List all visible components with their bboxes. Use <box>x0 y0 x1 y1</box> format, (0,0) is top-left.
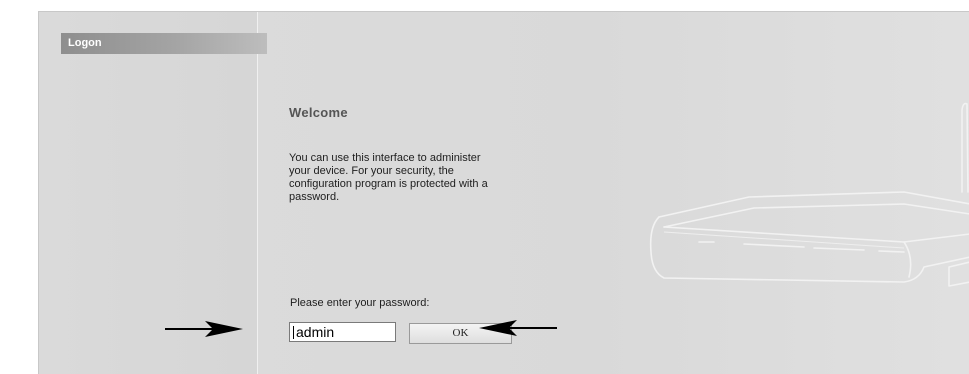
description-line: password. <box>289 191 340 203</box>
router-illustration <box>649 102 969 287</box>
description-text: You can use this interface to administer… <box>289 152 549 204</box>
welcome-title: Welcome <box>289 105 348 120</box>
arrow-right-icon <box>165 321 243 337</box>
description-line: configuration program is protected with … <box>289 178 488 190</box>
password-prompt: Please enter your password: <box>290 297 430 309</box>
arrow-left-icon <box>479 320 557 336</box>
description-line: your device. For your security, the <box>289 165 454 177</box>
description-line: You can use this interface to administer <box>289 152 481 164</box>
password-input[interactable] <box>289 322 396 342</box>
text-caret <box>293 326 294 339</box>
logon-header: Logon <box>61 33 267 54</box>
